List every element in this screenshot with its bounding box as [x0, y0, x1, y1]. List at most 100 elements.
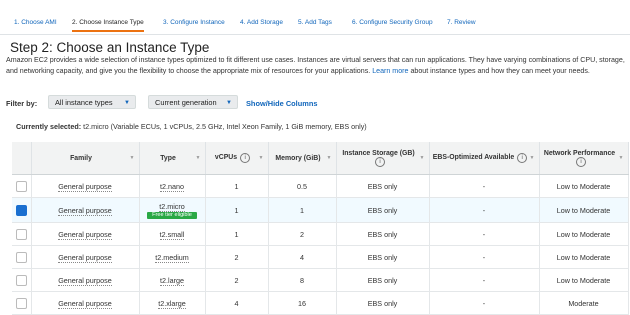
chevron-down-icon: ▼ — [124, 100, 130, 106]
row-select-cell[interactable] — [12, 245, 32, 269]
sort-icon: ▼ — [529, 155, 535, 161]
chevron-down-icon: ▼ — [226, 100, 232, 106]
table-row[interactable]: General purpose t2.medium 2 4 EBS only -… — [12, 245, 629, 269]
learn-more-link[interactable]: Learn more — [372, 67, 408, 75]
info-icon[interactable]: i — [240, 153, 251, 163]
family-cell: General purpose — [31, 222, 140, 246]
step-review[interactable]: 7. Review — [447, 19, 476, 26]
row-checkbox[interactable] — [15, 180, 27, 192]
info-icon[interactable]: i — [576, 156, 586, 167]
row-checkbox-checked[interactable] — [15, 204, 27, 216]
sort-icon: ▼ — [618, 155, 624, 161]
network-performance-cell: Low to Moderate — [539, 268, 629, 292]
ebs-optimized-cell: - — [429, 197, 540, 223]
type-cell: t2.small — [139, 222, 206, 246]
family-cell: General purpose — [31, 245, 140, 269]
ebs-optimized-cell: - — [429, 245, 540, 269]
type-cell: t2.xlarge — [139, 291, 206, 315]
row-select-cell[interactable] — [12, 268, 32, 292]
type-cell: t2.medium — [139, 245, 206, 269]
storage-cell: EBS only — [336, 245, 430, 269]
memory-cell: 16 — [268, 291, 337, 315]
type-column-header[interactable]: Type ▼ — [139, 142, 206, 175]
page-description: Amazon EC2 provides a wide selection of … — [6, 55, 628, 77]
currently-selected-value: t2.micro (Variable ECUs, 1 vCPUs, 2.5 GH… — [83, 122, 367, 131]
step-add-storage[interactable]: 4. Add Storage — [240, 19, 283, 26]
storage-cell: EBS only — [336, 222, 430, 246]
vcpus-cell: 1 — [205, 222, 269, 246]
row-select-cell[interactable] — [12, 174, 32, 198]
page-title: Step 2: Choose an Instance Type — [10, 40, 210, 55]
sort-icon: ▼ — [129, 155, 135, 161]
currently-selected-label: Currently selected: — [16, 122, 82, 131]
table-row[interactable]: General purpose t2.small 1 2 EBS only - … — [12, 222, 629, 246]
row-checkbox[interactable] — [15, 274, 27, 286]
network-performance-cell: Low to Moderate — [539, 174, 629, 198]
memory-cell: 8 — [268, 268, 337, 292]
generation-filter-value: Current generation — [155, 98, 217, 107]
family-cell: General purpose — [31, 291, 140, 315]
vcpus-column-header[interactable]: vCPUs i ▼ — [205, 142, 269, 175]
vcpus-cell: 1 — [205, 174, 269, 198]
description-tail: about instance types and how they can me… — [408, 67, 590, 75]
step-choose-ami[interactable]: 1. Choose AMI — [14, 19, 57, 26]
ebs-optimized-cell: - — [429, 222, 540, 246]
instance-type-filter-select[interactable]: All instance types ▼ — [48, 95, 136, 109]
memory-cell: 2 — [268, 222, 337, 246]
sort-icon: ▼ — [326, 155, 332, 161]
type-cell: t2.nano — [139, 174, 206, 198]
network-performance-cell: Low to Moderate — [539, 222, 629, 246]
vcpus-cell: 4 — [205, 291, 269, 315]
wizard-steps-nav: 1. Choose AMI 2. Choose Instance Type 3.… — [0, 14, 630, 35]
instance-type-filter-value: All instance types — [55, 98, 113, 107]
row-select-cell[interactable] — [12, 197, 32, 223]
family-cell: General purpose — [31, 197, 140, 223]
table-row[interactable]: General purpose t2.large 2 8 EBS only - … — [12, 268, 629, 292]
filter-label: Filter by: — [6, 99, 38, 108]
free-tier-badge: Free tier eligible — [147, 211, 197, 219]
step-configure-security-group[interactable]: 6. Configure Security Group — [352, 19, 433, 26]
ebs-optimized-cell: - — [429, 268, 540, 292]
table-row-selected[interactable]: General purpose t2.micro Free tier eligib… — [12, 197, 629, 223]
type-cell: t2.micro Free tier eligible — [139, 197, 206, 223]
network-performance-cell: Moderate — [539, 291, 629, 315]
memory-cell: 1 — [268, 197, 337, 223]
vcpus-cell: 1 — [205, 197, 269, 223]
row-checkbox[interactable] — [15, 297, 27, 309]
ebs-optimized-cell: - — [429, 291, 540, 315]
storage-cell: EBS only — [336, 174, 430, 198]
memory-cell: 4 — [268, 245, 337, 269]
storage-column-header[interactable]: Instance Storage (GB) i ▼ — [336, 142, 430, 175]
info-icon[interactable]: i — [517, 153, 528, 163]
network-performance-cell: Low to Moderate — [539, 245, 629, 269]
generation-filter-select[interactable]: Current generation ▼ — [148, 95, 238, 109]
sort-icon: ▼ — [195, 155, 201, 161]
memory-cell: 0.5 — [268, 174, 337, 198]
network-performance-cell: Low to Moderate — [539, 197, 629, 223]
row-checkbox[interactable] — [15, 228, 27, 240]
instance-types-table: Family ▼ Type ▼ vCPUs i ▼ Memory (GiB) ▼ Inst… — [12, 142, 629, 315]
table-row[interactable]: General purpose t2.xlarge 4 16 EBS only … — [12, 291, 629, 315]
currently-selected: Currently selected: t2.micro (Variable E… — [16, 122, 367, 131]
storage-cell: EBS only — [336, 268, 430, 292]
select-column-header — [12, 142, 32, 175]
family-cell: General purpose — [31, 268, 140, 292]
family-column-header[interactable]: Family ▼ — [31, 142, 140, 175]
step-configure-instance[interactable]: 3. Configure Instance — [163, 19, 225, 26]
step-add-tags[interactable]: 5. Add Tags — [298, 19, 332, 26]
vcpus-cell: 2 — [205, 245, 269, 269]
memory-column-header[interactable]: Memory (GiB) ▼ — [268, 142, 337, 175]
row-select-cell[interactable] — [12, 291, 32, 315]
info-icon[interactable]: i — [375, 156, 385, 167]
table-row[interactable]: General purpose t2.nano 1 0.5 EBS only -… — [12, 174, 629, 198]
sort-icon: ▼ — [419, 155, 425, 161]
row-checkbox[interactable] — [15, 251, 27, 263]
ebs-optimized-column-header[interactable]: EBS-Optimized Available i ▼ — [429, 142, 540, 175]
step-choose-instance-type[interactable]: 2. Choose Instance Type — [72, 19, 144, 32]
ebs-optimized-cell: - — [429, 174, 540, 198]
network-performance-column-header[interactable]: Network Performance i ▼ — [539, 142, 629, 175]
storage-cell: EBS only — [336, 291, 430, 315]
row-select-cell[interactable] — [12, 222, 32, 246]
vcpus-cell: 2 — [205, 268, 269, 292]
show-hide-columns-link[interactable]: Show/Hide Columns — [246, 99, 317, 108]
